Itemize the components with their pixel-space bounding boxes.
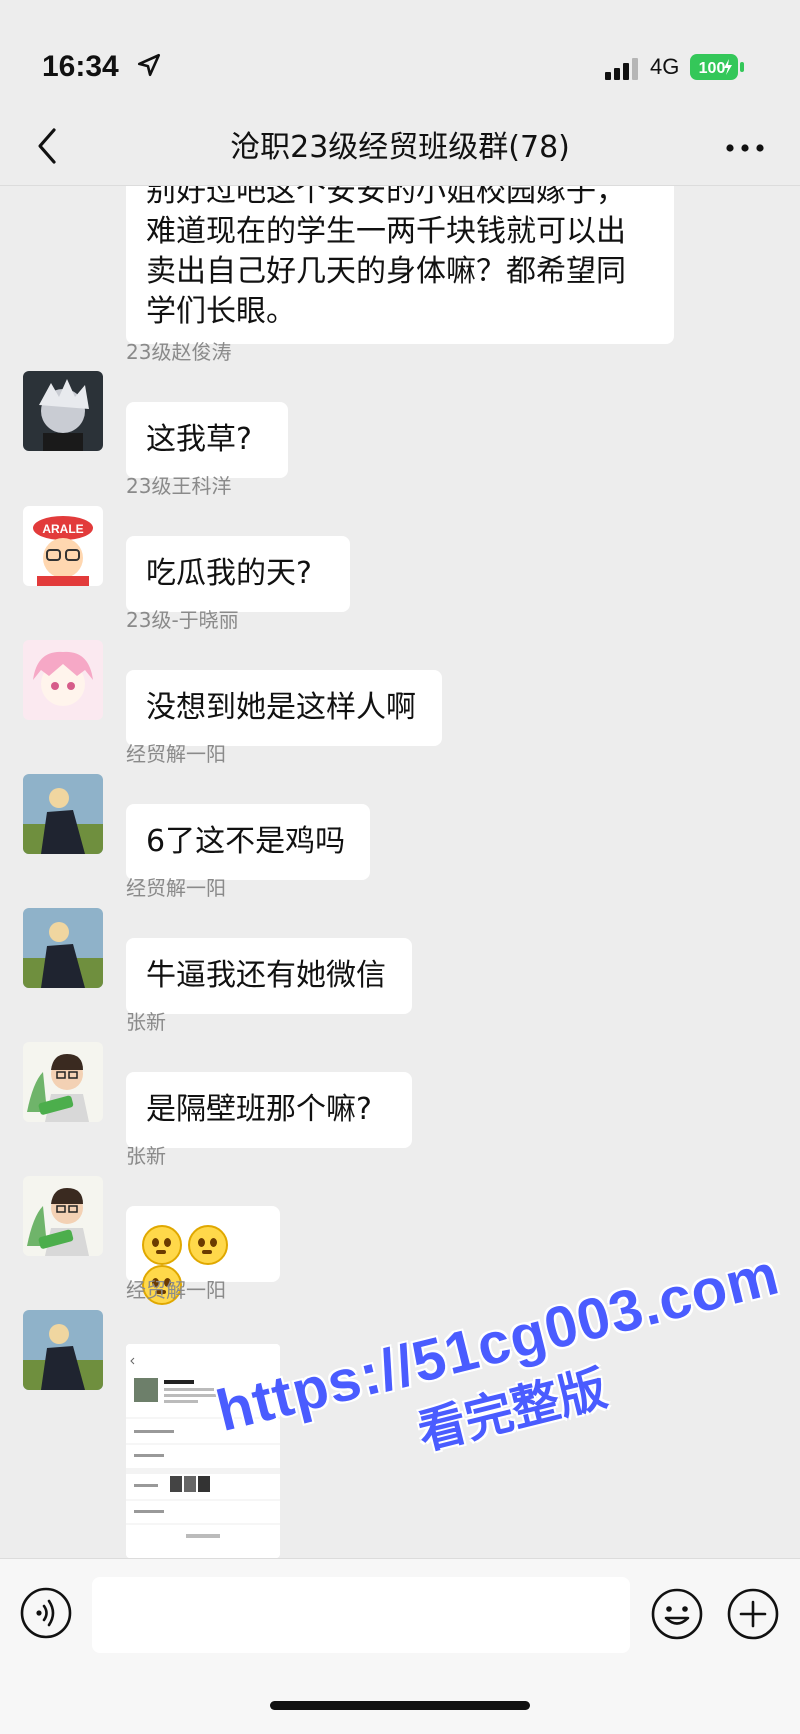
message-text: 牛逼我还有她微信 — [146, 958, 386, 993]
avatar[interactable] — [23, 1042, 103, 1122]
message-bubble[interactable] — [126, 1206, 280, 1305]
emoji-icon[interactable] — [650, 1587, 704, 1641]
status-time: 16:34 — [42, 50, 119, 83]
message-bubble[interactable]: 吃瓜我的天? — [126, 536, 350, 612]
avatar[interactable]: ARALE — [23, 506, 103, 586]
chat-title: 沧职23级经贸班级群(78) — [230, 130, 570, 165]
sender-name: 经贸解一阳 — [126, 1278, 226, 1302]
sender-name: 张新 — [126, 1010, 166, 1034]
home-indicator — [270, 1701, 530, 1710]
chat-header: 沧职23级经贸班级群(78) — [0, 110, 800, 186]
sender-name: 23级王科洋 — [126, 474, 232, 498]
message-text: 是隔壁班那个嘛? — [146, 1092, 372, 1127]
svg-text:ARALE: ARALE — [42, 522, 83, 536]
message-bubble[interactable]: 6了这不是鸡吗 — [126, 804, 370, 880]
message-text: 6了这不是鸡吗 — [146, 824, 346, 859]
sender-name: 经贸解一阳 — [126, 876, 226, 900]
location-arrow-icon — [137, 53, 161, 77]
message-bubble[interactable]: 没想到她是这样人啊 — [126, 670, 442, 746]
avatar[interactable] — [23, 1310, 103, 1390]
network-type: 4G — [650, 54, 680, 79]
input-bar — [0, 1558, 800, 1734]
battery-level: 100 — [699, 60, 726, 77]
sender-name: 经贸解一阳 — [126, 742, 226, 766]
sender-name: 23级-于晓丽 — [126, 608, 239, 632]
avatar[interactable] — [23, 640, 103, 720]
signal-icon — [605, 58, 638, 80]
message-text: 没想到她是这样人啊 — [146, 690, 416, 725]
battery-icon: 100 — [690, 54, 744, 80]
message-bubble[interactable]: 这我草? — [126, 402, 288, 478]
sender-name: 23级赵俊涛 — [126, 340, 232, 364]
more-dots-icon[interactable] — [720, 130, 770, 166]
avatar[interactable] — [23, 774, 103, 854]
message-text: 别好过吧这个安安的小姐校园嫁子，难道现在的学生一两千块钱就可以出卖出自己好几天的… — [146, 186, 626, 329]
avatar[interactable] — [23, 1176, 103, 1256]
message-text: 这我草? — [146, 422, 252, 457]
message-input[interactable] — [92, 1577, 630, 1653]
message-bubble[interactable]: 别好过吧这个安安的小姐校园嫁子，难道现在的学生一两千块钱就可以出卖出自己好几天的… — [126, 186, 674, 344]
status-bar: 16:34 4G 100 — [0, 0, 800, 110]
avatar[interactable] — [23, 908, 103, 988]
pleading-face-icon — [188, 1224, 228, 1265]
message-bubble[interactable]: 是隔壁班那个嘛? — [126, 1072, 412, 1148]
avatar[interactable] — [23, 371, 103, 451]
voice-icon[interactable] — [20, 1587, 72, 1639]
sender-name: 张新 — [126, 1144, 166, 1168]
message-text: 吃瓜我的天? — [146, 556, 312, 591]
pleading-face-icon — [142, 1224, 182, 1265]
message-bubble[interactable]: 牛逼我还有她微信 — [126, 938, 412, 1014]
plus-icon[interactable] — [726, 1587, 780, 1641]
